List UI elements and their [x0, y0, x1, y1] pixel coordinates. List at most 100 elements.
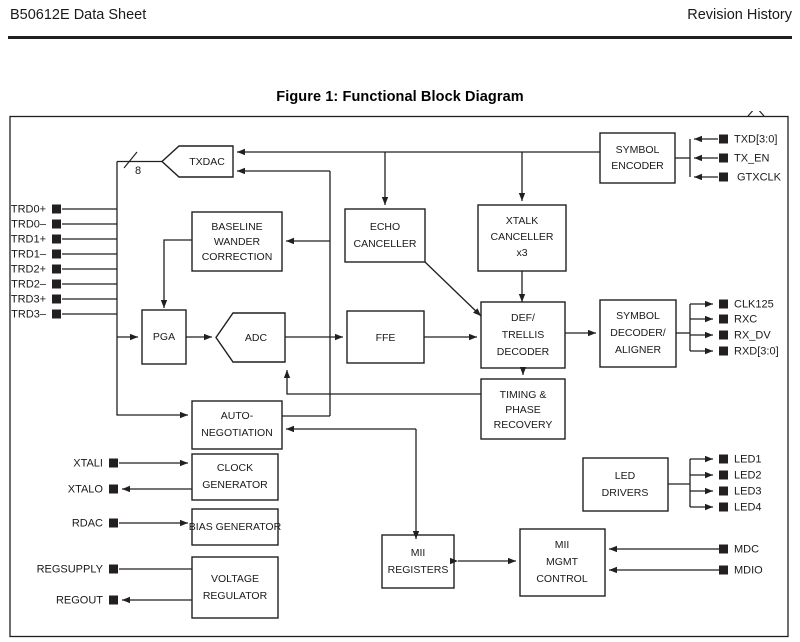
pad-rxc[interactable]: [719, 314, 728, 324]
block-timing-phase-line1: TIMING &: [500, 389, 547, 401]
block-txdac-label: TXDAC: [189, 156, 225, 168]
page-header-left-title: B50612E Data Sheet: [10, 7, 147, 23]
pad-mdio[interactable]: [719, 565, 728, 575]
pin-label-trd1n: TRD1–: [11, 248, 47, 260]
pad-trd2n[interactable]: [52, 279, 61, 289]
block-voltage-regulator-line2: REGULATOR: [203, 590, 268, 602]
block-timing-phase-line2: PHASE: [505, 404, 541, 416]
pad-mdc[interactable]: [719, 544, 728, 554]
block-def-trellis-decoder: DEF/ TRELLIS DECODER: [480, 301, 566, 369]
pin-label-led4: LED4: [734, 501, 762, 513]
block-mii-mgmt-line3: CONTROL: [536, 573, 587, 585]
block-symbol-encoder-line1: SYMBOL: [616, 144, 660, 156]
pin-label-rxd30: RXD[3:0]: [734, 345, 779, 357]
pin-label-trd1p: TRD1+: [11, 233, 46, 245]
block-xtalk-canceller-line1: XTALK: [506, 215, 538, 227]
pad-trd0n[interactable]: [52, 219, 61, 229]
block-ffe-label: FFE: [376, 332, 396, 344]
block-mii-mgmt-control: MII MGMT CONTROL: [519, 528, 606, 597]
pad-regsupply[interactable]: [109, 564, 118, 574]
block-symbol-decoder-line3: ALIGNER: [615, 344, 662, 356]
block-mii-registers: MII REGISTERS: [381, 534, 455, 589]
pad-xtalo[interactable]: [109, 484, 118, 494]
block-xtalk-canceller-line2: CANCELLER: [490, 231, 553, 243]
pad-trd3p[interactable]: [52, 294, 61, 304]
block-def-trellis-line1: DEF/: [511, 312, 535, 324]
pad-clk125[interactable]: [719, 299, 728, 309]
block-adc-label: ADC: [245, 332, 268, 344]
pin-label-tx-en: TX_EN: [734, 152, 770, 164]
pin-label-gtxclk: GTXCLK: [737, 171, 782, 183]
pin-label-led1: LED1: [734, 453, 762, 465]
bus-width-label: 8: [135, 165, 141, 177]
pin-label-led2: LED2: [734, 469, 762, 481]
pin-label-trd3p: TRD3+: [11, 293, 46, 305]
block-mii-registers-line2: REGISTERS: [388, 564, 449, 576]
page-header: B50612E Data Sheet Revision History: [0, 0, 800, 44]
pin-label-rxc: RXC: [734, 313, 757, 325]
chip-notch-marker: [747, 111, 765, 117]
pad-led2[interactable]: [719, 470, 728, 480]
pad-led3[interactable]: [719, 486, 728, 496]
pad-led4[interactable]: [719, 502, 728, 512]
functional-block-diagram: TXDAC 8 SYMBOL ENCODER TXD[3:0] TX_EN GT…: [0, 111, 800, 642]
pin-label-rdac: RDAC: [72, 517, 103, 529]
pin-label-regsupply: REGSUPPLY: [37, 563, 104, 575]
block-clock-generator: CLOCK GENERATOR: [191, 453, 279, 501]
block-mii-mgmt-line1: MII: [555, 539, 570, 551]
pad-trd3n[interactable]: [52, 309, 61, 319]
block-symbol-decoder-line1: SYMBOL: [616, 310, 660, 322]
pin-label-trd2n: TRD2–: [11, 278, 47, 290]
block-def-trellis-line3: DECODER: [497, 346, 550, 358]
pin-label-trd0n: TRD0–: [11, 218, 47, 230]
block-clock-generator-line2: GENERATOR: [202, 479, 268, 491]
figure-caption: Figure 1: Functional Block Diagram: [276, 89, 524, 105]
header-divider: [8, 36, 792, 39]
pad-trd1n[interactable]: [52, 249, 61, 259]
pad-rdac[interactable]: [109, 518, 118, 528]
block-symbol-decoder-line2: DECODER/: [610, 327, 666, 339]
pin-label-clk125: CLK125: [734, 298, 774, 310]
block-clock-generator-line1: CLOCK: [217, 462, 253, 474]
block-auto-negotiation-line2: NEGOTIATION: [201, 427, 273, 439]
block-echo-canceller: ECHO CANCELLER: [344, 208, 426, 263]
pin-label-regout: REGOUT: [56, 594, 103, 606]
pin-label-rx-dv: RX_DV: [734, 329, 771, 341]
block-baseline-wander-line3: CORRECTION: [202, 251, 273, 263]
block-symbol-encoder-line2: ENCODER: [611, 160, 664, 172]
block-ffe: FFE: [346, 310, 425, 364]
block-timing-phase-line3: RECOVERY: [494, 419, 553, 431]
block-bias-generator: BIAS GENERATOR: [189, 508, 282, 546]
pad-rx-dv[interactable]: [719, 330, 728, 340]
pad-trd2p[interactable]: [52, 264, 61, 274]
pin-label-mdio: MDIO: [734, 564, 763, 576]
pad-rxd30[interactable]: [719, 346, 728, 356]
block-symbol-encoder: SYMBOL ENCODER: [599, 132, 676, 184]
block-def-trellis-line2: TRELLIS: [502, 329, 545, 341]
pad-trd0p[interactable]: [52, 204, 61, 214]
block-pga: PGA: [141, 309, 187, 365]
block-baseline-wander-line2: WANDER: [214, 236, 261, 248]
pad-regout[interactable]: [109, 595, 118, 605]
block-led-drivers-line1: LED: [615, 470, 636, 482]
block-led-drivers-line2: DRIVERS: [602, 487, 649, 499]
pad-led1[interactable]: [719, 454, 728, 464]
pin-label-trd3n: TRD3–: [11, 308, 47, 320]
pad-txd30[interactable]: [719, 134, 728, 144]
block-auto-negotiation: AUTO- NEGOTIATION: [191, 400, 283, 450]
block-baseline-wander-line1: BASELINE: [211, 221, 262, 233]
page-header-right-title: Revision History: [687, 7, 792, 23]
pin-label-xtali: XTALI: [73, 457, 103, 469]
pad-xtali[interactable]: [109, 458, 118, 468]
block-voltage-regulator: VOLTAGE REGULATOR: [191, 556, 279, 619]
pin-label-trd2p: TRD2+: [11, 263, 46, 275]
pin-label-xtalo: XTALO: [68, 483, 104, 495]
block-led-drivers: LED DRIVERS: [582, 457, 669, 512]
pad-tx-en[interactable]: [719, 153, 728, 163]
pad-gtxclk[interactable]: [719, 172, 728, 182]
block-xtalk-canceller-line3: x3: [516, 247, 527, 259]
block-timing-phase-recovery: TIMING & PHASE RECOVERY: [480, 378, 566, 440]
block-mii-mgmt-line2: MGMT: [546, 556, 579, 568]
block-baseline-wander-correction: BASELINE WANDER CORRECTION: [191, 211, 283, 272]
pad-trd1p[interactable]: [52, 234, 61, 244]
